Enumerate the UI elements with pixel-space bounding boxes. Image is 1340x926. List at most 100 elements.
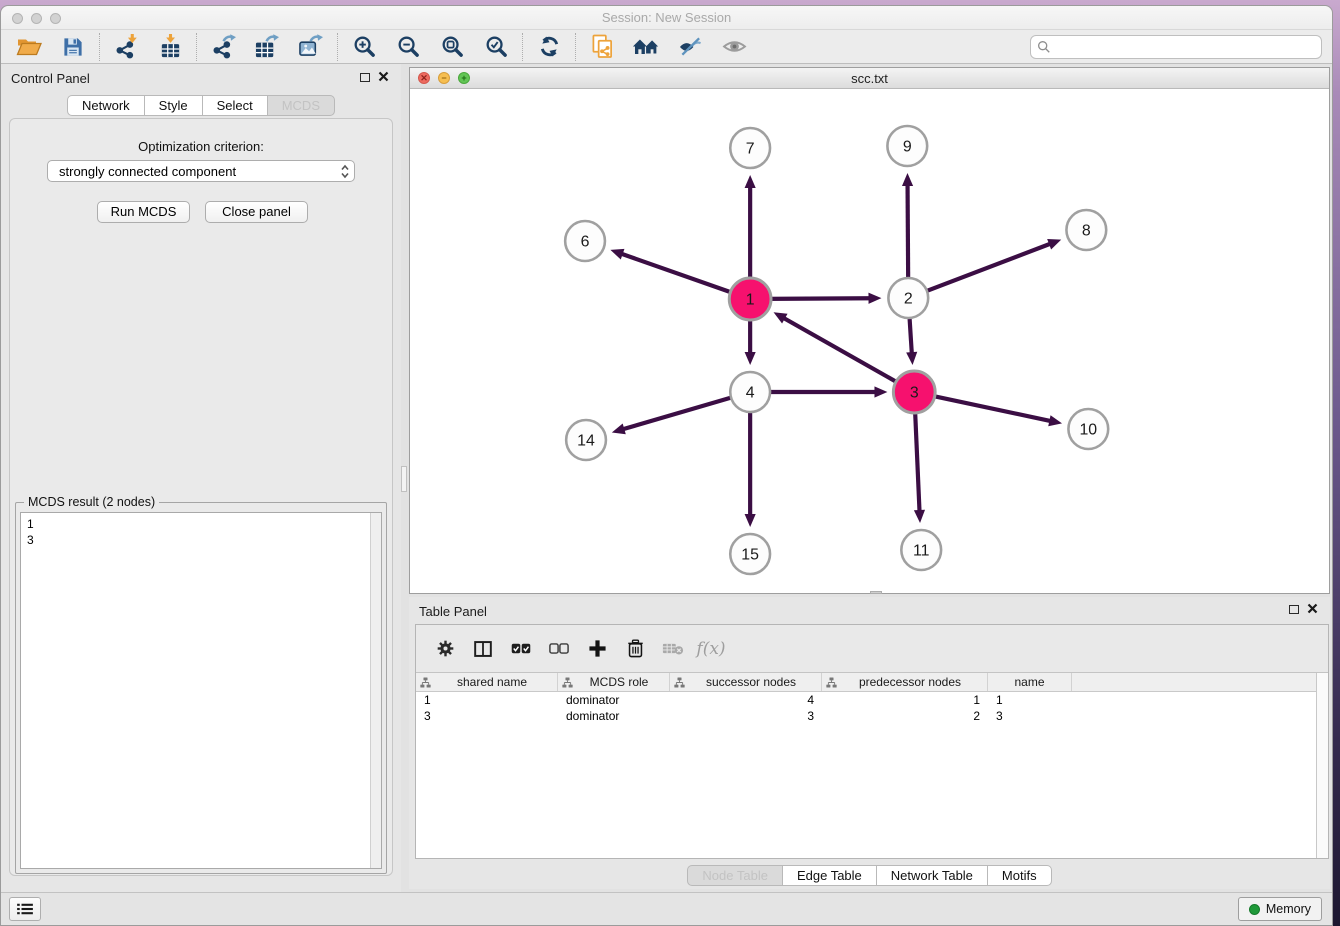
tab-mcds[interactable]: MCDS: [267, 95, 335, 116]
dropdown-stepper-icon: [340, 163, 350, 180]
network-documents-icon[interactable]: [580, 32, 624, 62]
graph-edge-4-3[interactable]: [766, 386, 887, 397]
splitter-handle[interactable]: [401, 466, 407, 492]
graph-node-15[interactable]: 15: [730, 534, 770, 574]
graph-node-7[interactable]: 7: [730, 128, 770, 168]
graph-node-11[interactable]: 11: [901, 530, 941, 570]
graph-edge-2-8[interactable]: [923, 239, 1061, 292]
tab-edge-table[interactable]: Edge Table: [782, 865, 877, 886]
column-header-name[interactable]: name: [988, 673, 1072, 691]
table-cell[interactable]: dominator: [558, 708, 670, 724]
table-cell[interactable]: dominator: [558, 692, 670, 708]
criterion-dropdown[interactable]: strongly connected component: [47, 160, 355, 182]
graph-edge-1-4[interactable]: [745, 315, 756, 365]
zoom-selected-icon[interactable]: [474, 32, 518, 62]
add-icon[interactable]: [578, 634, 616, 664]
tab-style[interactable]: Style: [144, 95, 203, 116]
table-cell[interactable]: 1: [416, 692, 558, 708]
toolbar-separator: [99, 33, 100, 61]
tree-icon: [420, 677, 431, 688]
import-table-icon[interactable]: [148, 32, 192, 62]
tab-select[interactable]: Select: [202, 95, 268, 116]
table-scrollbar[interactable]: [1316, 673, 1328, 858]
graph-node-8[interactable]: 8: [1066, 210, 1106, 250]
column-header-shared-name[interactable]: shared name: [416, 673, 558, 691]
close-panel-button[interactable]: Close panel: [205, 201, 308, 223]
table-panel-close-icon[interactable]: [1307, 603, 1318, 614]
column-header-label: MCDS role: [573, 675, 665, 689]
column-header-successor-nodes[interactable]: successor nodes: [670, 673, 822, 691]
graph-edge-3-1[interactable]: [774, 312, 901, 384]
network-resize-handle[interactable]: [870, 591, 882, 594]
delete-icon[interactable]: [616, 634, 654, 664]
refresh-icon[interactable]: [527, 32, 571, 62]
tab-network[interactable]: Network: [67, 95, 145, 116]
home-icon[interactable]: [624, 32, 668, 62]
graph-edge-4-14[interactable]: [612, 396, 735, 434]
save-session-icon[interactable]: [51, 32, 95, 62]
select-all-icon[interactable]: [502, 634, 540, 664]
control-panel-float-icon[interactable]: [360, 73, 370, 82]
tab-network-table[interactable]: Network Table: [876, 865, 988, 886]
run-mcds-button[interactable]: Run MCDS: [97, 201, 190, 223]
import-network-icon[interactable]: [104, 32, 148, 62]
graph-node-14[interactable]: 14: [566, 420, 606, 460]
graph-edge-3-11[interactable]: [914, 408, 925, 523]
table-cell[interactable]: 1: [822, 692, 988, 708]
table-row[interactable]: 1dominator411: [416, 692, 1316, 708]
task-history-button[interactable]: [9, 897, 41, 921]
table-cell[interactable]: 1: [988, 692, 1072, 708]
graph-edge-3-10[interactable]: [930, 395, 1062, 426]
graph-node-4[interactable]: 4: [730, 372, 770, 412]
mcds-result-textarea[interactable]: 13: [20, 512, 382, 869]
show-graphics-icon[interactable]: [712, 32, 756, 62]
graph-edge-1-6[interactable]: [610, 249, 735, 294]
table-cell[interactable]: 3: [670, 708, 822, 724]
table-cell[interactable]: 2: [822, 708, 988, 724]
control-panel-close-icon[interactable]: [378, 71, 389, 82]
svg-text:1: 1: [746, 292, 755, 309]
result-scrollbar[interactable]: [370, 513, 381, 868]
table-row[interactable]: 3dominator323: [416, 708, 1316, 724]
search-icon: [1037, 40, 1051, 54]
graph-node-9[interactable]: 9: [887, 126, 927, 166]
table-cell[interactable]: 3: [988, 708, 1072, 724]
column-header-predecessor-nodes[interactable]: predecessor nodes: [822, 673, 988, 691]
export-table-icon[interactable]: [245, 32, 289, 62]
table-panel-float-icon[interactable]: [1289, 605, 1299, 614]
zoom-in-icon[interactable]: [342, 32, 386, 62]
graph-edge-1-2[interactable]: [766, 293, 881, 304]
graph-edge-4-15[interactable]: [745, 408, 756, 527]
deselect-all-icon[interactable]: [540, 634, 578, 664]
export-network-icon[interactable]: [201, 32, 245, 62]
zoom-out-icon[interactable]: [386, 32, 430, 62]
hide-graphics-icon[interactable]: [668, 32, 712, 62]
tab-motifs[interactable]: Motifs: [987, 865, 1052, 886]
gear-icon[interactable]: [426, 634, 464, 664]
graph-node-6[interactable]: 6: [565, 221, 605, 261]
network-canvas[interactable]: 7 9 6 8 1 2 4 3 14 10 15 11: [410, 89, 1329, 593]
graph-node-10[interactable]: 10: [1068, 409, 1108, 449]
node-table-area: f(x) shared nameMCDS rolesuccessor nodes…: [415, 624, 1329, 859]
tab-node-table[interactable]: Node Table: [687, 865, 783, 886]
svg-text:14: 14: [577, 433, 595, 450]
open-session-icon[interactable]: [7, 32, 51, 62]
table-cell[interactable]: 4: [670, 692, 822, 708]
graph-node-1[interactable]: 1: [729, 278, 771, 320]
mcds-result-title: MCDS result (2 nodes): [24, 495, 159, 509]
graph-node-2[interactable]: 2: [888, 278, 928, 318]
column-header-MCDS-role[interactable]: MCDS role: [558, 673, 670, 691]
search-input[interactable]: [1051, 40, 1315, 54]
vertical-splitter[interactable]: [401, 64, 407, 892]
graph-edge-2-9[interactable]: [902, 173, 913, 282]
graph-node-3[interactable]: 3: [893, 371, 935, 413]
zoom-fit-icon[interactable]: [430, 32, 474, 62]
export-image-icon[interactable]: [289, 32, 333, 62]
graph-edge-2-3[interactable]: [906, 314, 917, 365]
graph-edge-1-7[interactable]: [745, 175, 756, 283]
table-cell[interactable]: 3: [416, 708, 558, 724]
search-field[interactable]: [1030, 35, 1322, 59]
memory-button[interactable]: Memory: [1238, 897, 1322, 921]
svg-text:11: 11: [913, 543, 930, 560]
columns-icon[interactable]: [464, 634, 502, 664]
